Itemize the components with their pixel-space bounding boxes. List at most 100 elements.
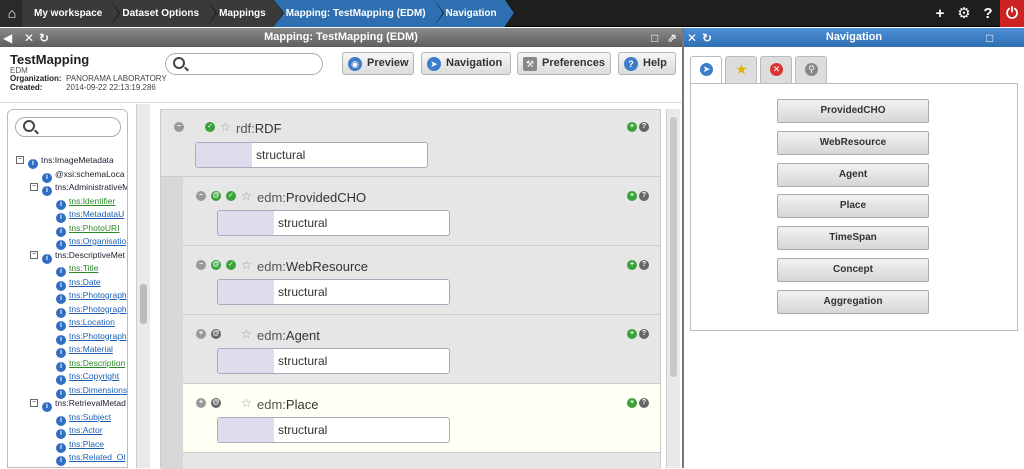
nav-button-webresource[interactable]: WebResource xyxy=(777,131,929,155)
tree-node[interactable]: i tns:Photograph xyxy=(56,290,127,304)
help-icon[interactable]: ? xyxy=(639,398,649,408)
tree-node[interactable]: i tns:RetrievalMetad xyxy=(42,398,126,412)
maximize-icon[interactable]: □ xyxy=(651,29,658,48)
refresh-icon[interactable]: ↻ xyxy=(702,29,712,48)
tree-search-input[interactable] xyxy=(15,117,121,137)
collapse-icon[interactable]: − xyxy=(196,191,206,201)
tree-node[interactable]: i tns:Related_Ol xyxy=(56,452,125,466)
tree-node[interactable]: i tns:Photograph xyxy=(56,304,127,318)
tab-search[interactable]: ⚲ xyxy=(795,56,827,83)
expand-icon[interactable]: + xyxy=(196,398,206,408)
nav-button-timespan[interactable]: TimeSpan xyxy=(777,226,929,250)
tree-node[interactable]: i tns:Actor xyxy=(56,425,103,439)
close-icon[interactable]: ✕ xyxy=(24,29,34,48)
breadcrumb-mappings[interactable]: Mappings xyxy=(207,0,284,27)
mapping-value-box[interactable]: structural xyxy=(217,279,450,305)
tree-node[interactable]: i tns:Dimensions xyxy=(56,385,127,399)
tree-node[interactable]: i tns:Material xyxy=(56,344,113,358)
navigation-button[interactable]: ➤ Navigation xyxy=(421,52,511,75)
help-icon[interactable]: ? xyxy=(639,122,649,132)
check-icon[interactable]: ✓ xyxy=(226,191,236,201)
tree-node[interactable]: i tns:Title xyxy=(56,263,98,277)
mapping-title: TestMapping xyxy=(10,52,90,67)
tree-node[interactable]: i tns:Date xyxy=(56,277,101,291)
star-icon[interactable]: ☆ xyxy=(241,259,252,271)
star-icon[interactable]: ☆ xyxy=(241,328,252,340)
preferences-button[interactable]: ⚒ Preferences xyxy=(517,52,611,75)
add-icon[interactable]: + xyxy=(627,191,637,201)
tree-node[interactable]: i tns:AdministrativeM xyxy=(42,182,127,196)
breadcrumb-dataset-options[interactable]: Dataset Options xyxy=(110,0,217,27)
mapping-value-box[interactable]: structural xyxy=(217,417,450,443)
mapping-value-box[interactable]: structural xyxy=(217,210,450,236)
add-icon[interactable]: + xyxy=(627,398,637,408)
tab-errors[interactable]: ✕ xyxy=(760,56,792,83)
check-icon[interactable]: ✓ xyxy=(205,122,215,132)
tree-toggle-icon[interactable]: − xyxy=(30,250,38,259)
breadcrumb-mapping[interactable]: Mapping: TestMapping (EDM) xyxy=(273,0,444,27)
tree-node[interactable]: i tns:DescriptiveMet xyxy=(42,250,125,264)
tree-node[interactable]: i tns:Organisatio xyxy=(56,236,126,250)
tree-node[interactable]: i tns:ImageMetadata xyxy=(28,155,114,169)
tree-toggle-icon[interactable]: − xyxy=(30,399,38,407)
nav-button-aggregation[interactable]: Aggregation xyxy=(777,290,929,314)
tree-node[interactable]: i tns:Identifier xyxy=(56,196,115,210)
gear-icon[interactable]: ⚙ xyxy=(952,0,976,27)
help-icon[interactable]: ? xyxy=(976,0,1000,27)
nav-button-place[interactable]: Place xyxy=(777,194,929,218)
preview-button[interactable]: ◉ Preview xyxy=(342,52,414,75)
mapping-value-box[interactable]: structural xyxy=(195,142,428,168)
tree-node[interactable]: i @xsi:schemaLoca xyxy=(42,169,125,183)
tree-node[interactable]: i tns:PhotoURI xyxy=(56,223,120,237)
add-icon[interactable]: + xyxy=(627,329,637,339)
star-icon[interactable]: ☆ xyxy=(241,397,252,409)
at-icon[interactable]: @ xyxy=(211,398,221,408)
help-button[interactable]: ? Help xyxy=(618,52,676,75)
collapse-icon[interactable]: − xyxy=(196,260,206,270)
at-icon[interactable]: @ xyxy=(211,260,221,270)
mapping-row-rdf: − ✓ ☆ rdf:RDF + ? structural xyxy=(161,110,660,177)
wrench-icon: ⚒ xyxy=(523,57,537,71)
help-icon[interactable]: ? xyxy=(639,191,649,201)
tree-toggle-icon[interactable]: − xyxy=(16,156,24,164)
tree-node-label: tns:Photograph xyxy=(69,330,127,341)
splitter-scrollbar[interactable] xyxy=(136,104,150,468)
popout-icon[interactable]: ⇗ xyxy=(667,29,677,48)
star-icon[interactable]: ☆ xyxy=(241,190,252,202)
plus-icon[interactable]: + xyxy=(928,0,952,27)
tree-node[interactable]: i tns:Place xyxy=(56,439,104,453)
collapse-icon[interactable]: − xyxy=(174,122,184,132)
mapping-value-box[interactable]: structural xyxy=(217,348,450,374)
tree-node[interactable]: i tns:Subject xyxy=(56,412,111,426)
tree-node[interactable]: i tns:Photograph xyxy=(56,331,127,345)
mapping-search-input[interactable] xyxy=(165,53,323,75)
close-icon[interactable]: ✕ xyxy=(687,29,697,48)
maximize-icon[interactable]: □ xyxy=(986,29,993,48)
tree-node[interactable]: i tns:Copyright xyxy=(56,371,119,385)
nav-button-agent[interactable]: Agent xyxy=(777,163,929,187)
tree-node[interactable]: i tns:MetadataU xyxy=(56,209,124,223)
tree-node[interactable]: i tns:Location xyxy=(56,317,115,331)
nav-button-concept[interactable]: Concept xyxy=(777,258,929,282)
tree-node[interactable]: i tns:Description xyxy=(56,358,125,372)
nav-button-providedcho[interactable]: ProvidedCHO xyxy=(777,99,929,123)
tree-toggle-icon[interactable]: − xyxy=(30,183,38,191)
power-icon[interactable]: ⏻ xyxy=(1000,0,1024,27)
help-icon[interactable]: ? xyxy=(639,260,649,270)
home-icon[interactable]: ⌂ xyxy=(0,0,24,27)
check-icon[interactable]: ✓ xyxy=(226,260,236,270)
tab-favorites[interactable]: ★ xyxy=(725,56,757,83)
back-icon[interactable]: ◀ xyxy=(3,29,12,48)
breadcrumb-navigation[interactable]: Navigation xyxy=(433,0,515,27)
star-icon[interactable]: ☆ xyxy=(220,121,231,133)
tab-navigation[interactable]: ➤ xyxy=(690,56,722,84)
refresh-icon[interactable]: ↻ xyxy=(39,29,49,48)
add-icon[interactable]: + xyxy=(627,260,637,270)
expand-icon[interactable]: + xyxy=(196,329,206,339)
help-icon[interactable]: ? xyxy=(639,329,649,339)
at-icon[interactable]: @ xyxy=(211,191,221,201)
add-icon[interactable]: + xyxy=(627,122,637,132)
mapping-scrollbar[interactable] xyxy=(666,109,680,468)
at-icon[interactable]: @ xyxy=(211,329,221,339)
breadcrumb-workspace[interactable]: My workspace xyxy=(22,0,121,27)
